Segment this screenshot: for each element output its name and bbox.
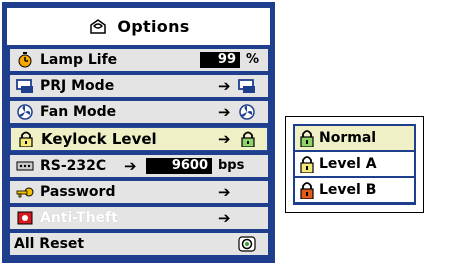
menu-item-rs232c[interactable]: RS-232C ➔ 9600 bps	[10, 155, 268, 177]
all-reset-label: All Reset	[14, 236, 85, 252]
keylock-option-label: Level B	[319, 182, 377, 198]
keylock-option-label: Level A	[319, 156, 377, 172]
menu-item-password[interactable]: Password ➔	[10, 181, 268, 203]
menu-title-bar: Options	[7, 8, 270, 45]
arrow-right-icon: ➔	[218, 130, 231, 148]
lock-icon-green	[300, 130, 314, 147]
rs232c-label: RS-232C	[40, 158, 107, 174]
lamp-life-icon	[18, 52, 32, 68]
reset-icon	[238, 236, 256, 252]
rs232c-unit: bps	[218, 158, 245, 173]
menu-item-lamp-life[interactable]: Lamp Life 99 %	[10, 49, 268, 71]
menu-title: Options	[117, 17, 190, 36]
options-icon	[90, 18, 107, 34]
fan-mode-icon	[17, 104, 33, 120]
keylock-option-level-b[interactable]: Level B	[295, 178, 414, 202]
prj-mode-icon	[238, 79, 255, 93]
keylock-submenu: Normal Level A Level B	[285, 116, 424, 213]
prj-mode-icon	[16, 79, 33, 93]
anti-theft-icon	[17, 211, 33, 225]
prj-mode-label: PRJ Mode	[40, 78, 115, 94]
arrow-right-icon: ➔	[218, 209, 231, 227]
lamp-life-value: 99	[200, 52, 240, 68]
menu-item-anti-theft[interactable]: Anti-Theft ➔	[10, 207, 268, 229]
menu-item-keylock-level[interactable]: Keylock Level ➔	[10, 127, 268, 151]
menu-item-all-reset[interactable]: All Reset	[10, 233, 268, 255]
keylock-option-normal[interactable]: Normal	[295, 126, 414, 150]
rs232c-value: 9600	[146, 158, 212, 174]
fan-mode-icon	[239, 104, 255, 120]
fan-mode-label: Fan Mode	[40, 104, 117, 120]
arrow-right-icon: ➔	[218, 77, 231, 95]
menu-item-fan-mode[interactable]: Fan Mode ➔	[10, 101, 268, 123]
menu-item-prj-mode[interactable]: PRJ Mode ➔	[10, 75, 268, 97]
key-icon	[16, 187, 34, 198]
arrow-right-icon: ➔	[218, 103, 231, 121]
lamp-life-unit: %	[246, 52, 260, 67]
options-menu: Options Lamp Life 99 % PRJ Mode ➔ Fan Mo…	[2, 2, 275, 263]
arrow-right-icon: ➔	[218, 183, 231, 201]
lock-icon	[19, 131, 33, 147]
anti-theft-label: Anti-Theft	[40, 210, 118, 226]
keylock-level-label: Keylock Level	[41, 130, 157, 148]
lamp-life-label: Lamp Life	[40, 52, 118, 68]
password-label: Password	[40, 184, 116, 200]
keylock-option-level-a[interactable]: Level A	[295, 152, 414, 176]
lock-icon	[241, 131, 255, 147]
rs232c-icon	[16, 161, 34, 171]
keylock-option-label: Normal	[319, 130, 377, 146]
lock-icon-red	[300, 182, 314, 199]
keylock-submenu-panel: Normal Level A Level B	[293, 124, 416, 205]
arrow-right-icon: ➔	[124, 157, 137, 175]
lock-icon-yellow	[300, 156, 314, 173]
